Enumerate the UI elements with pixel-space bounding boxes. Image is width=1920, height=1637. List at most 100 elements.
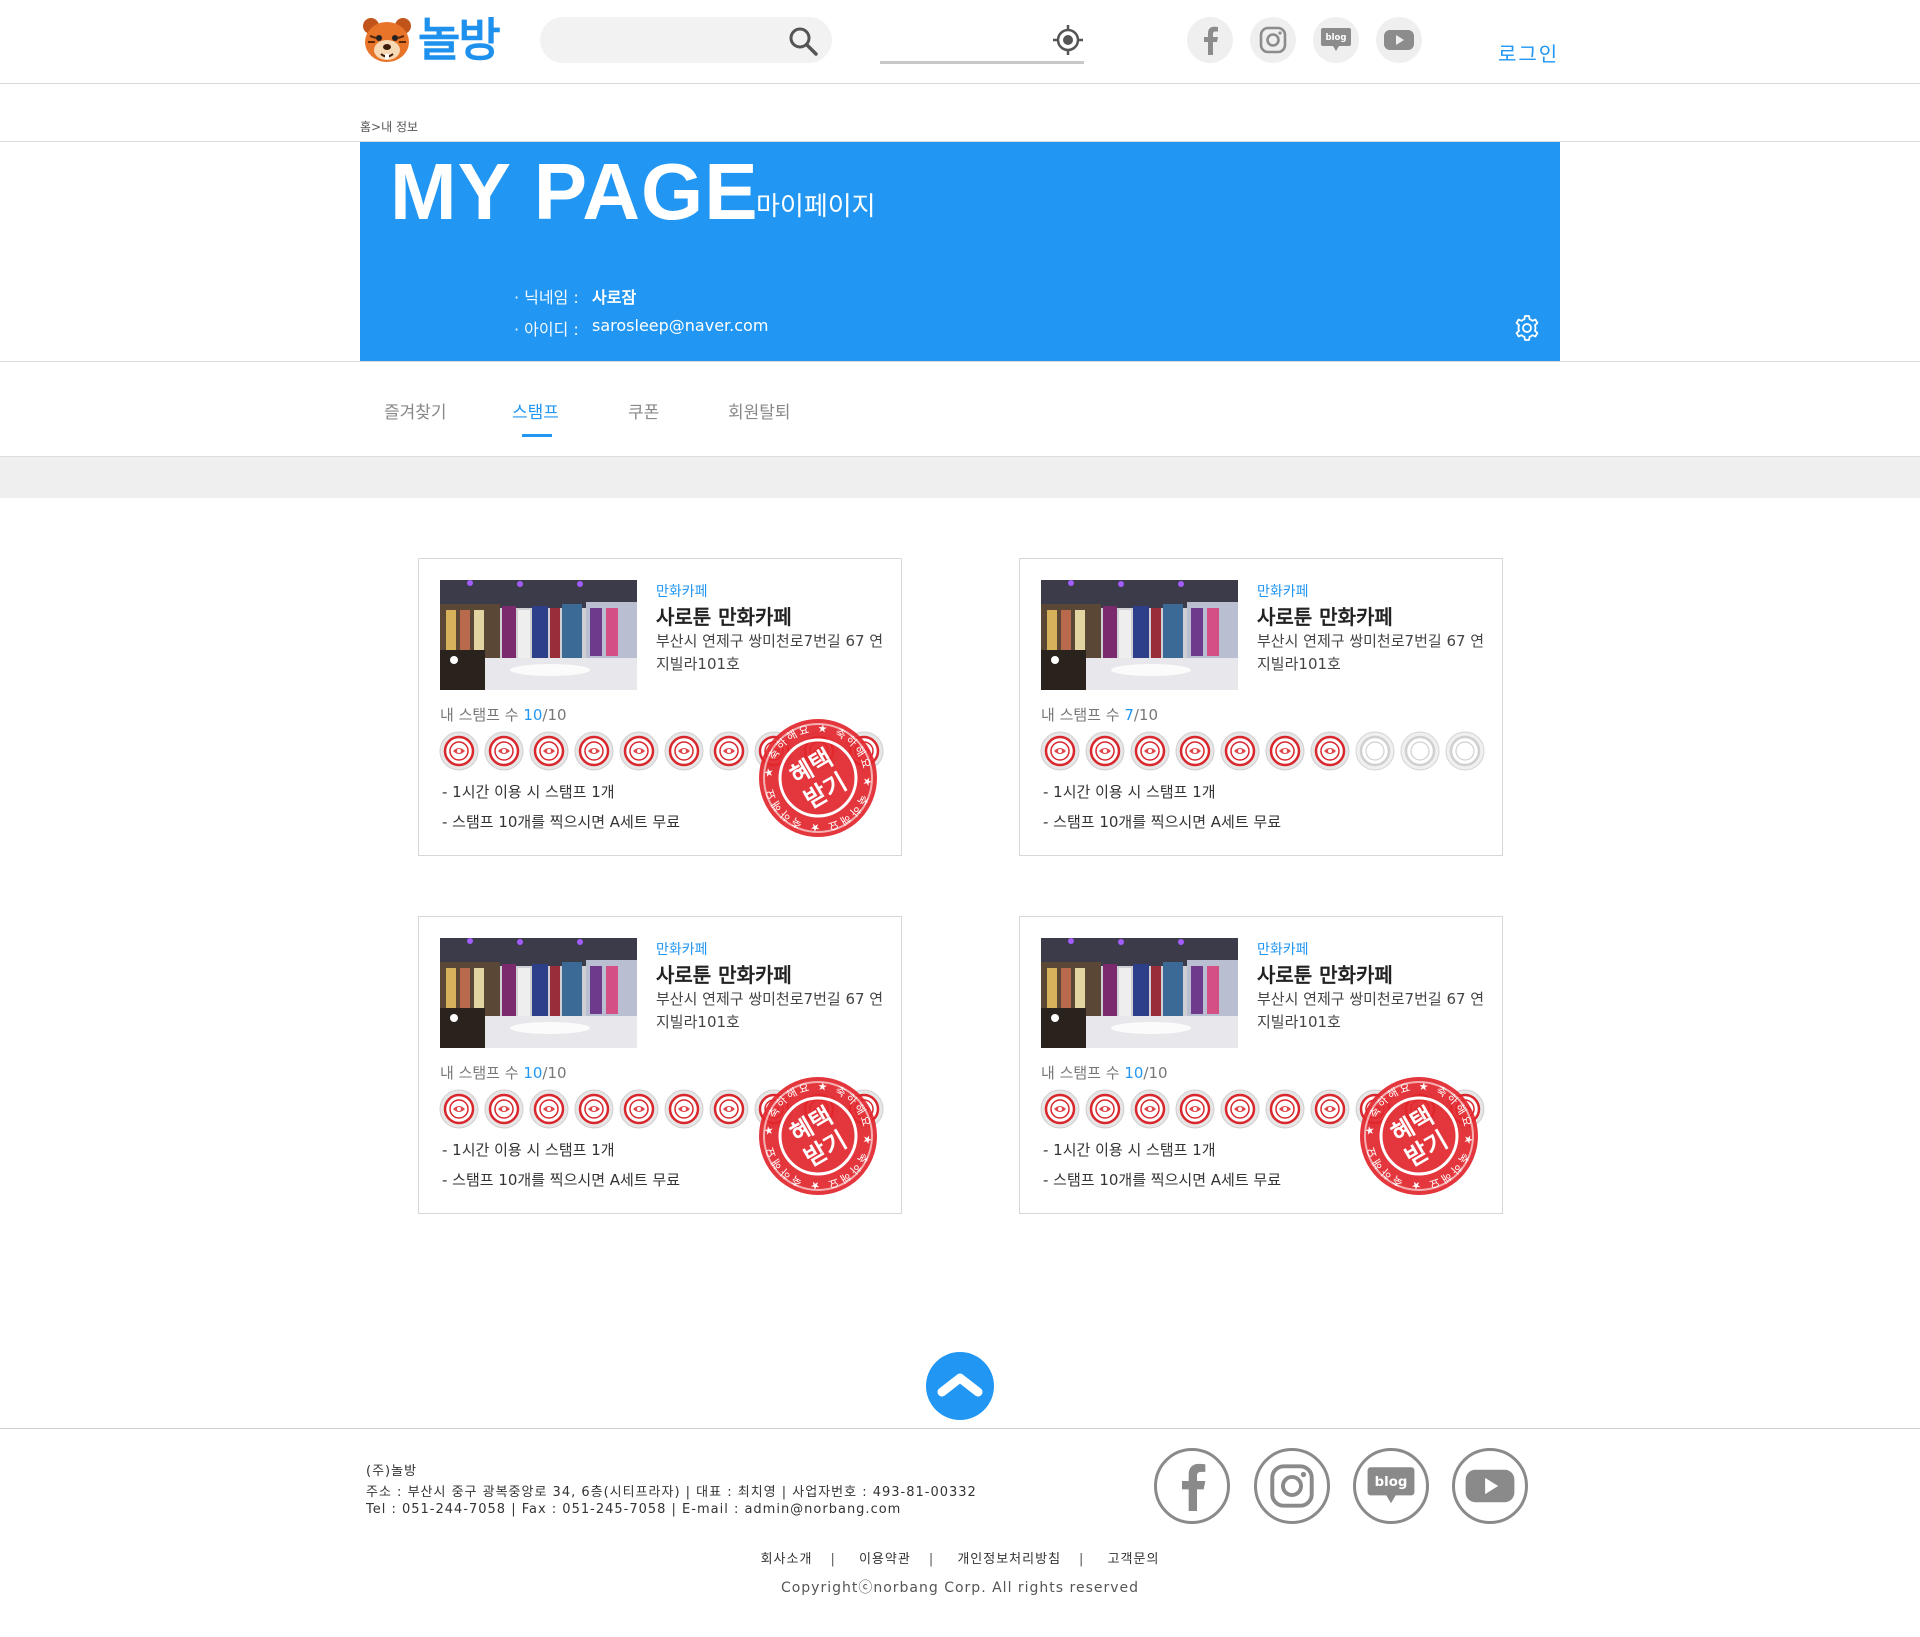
tiger-mascot-icon xyxy=(363,18,411,62)
chevron-up-icon xyxy=(937,1373,983,1397)
stamp-count: 내 스탬프 수 10/10 xyxy=(440,704,567,725)
cafe-thumbnail[interactable] xyxy=(1041,938,1238,1048)
cafe-thumbnail[interactable] xyxy=(440,938,637,1048)
header-facebook-button[interactable] xyxy=(1187,17,1233,63)
cafe-address: 부산시 연제구 쌍미천로7번길 67 연지빌라101호 xyxy=(1257,632,1485,673)
benefit-stamp-button[interactable]: ★ 축하해요 ★ 축하해요 ★ 축하해요 ★ 축하해요 혜택 받기 xyxy=(757,1075,879,1197)
login-link[interactable]: 로그인 xyxy=(1498,38,1559,67)
stamp-filled-icon xyxy=(709,1089,749,1129)
header-blog-button[interactable]: blog xyxy=(1313,17,1359,63)
svg-text:blog: blog xyxy=(1326,33,1347,43)
cafe-category: 만화카페 xyxy=(1257,584,1309,600)
cafe-thumbnail[interactable] xyxy=(1041,580,1238,690)
cafe-name[interactable]: 사로툰 만화카페 xyxy=(1257,959,1393,988)
footer-instagram-button[interactable] xyxy=(1254,1448,1330,1524)
stamp-filled-icon xyxy=(574,731,614,771)
footer-blog-button[interactable]: blog xyxy=(1353,1448,1429,1524)
stamp-slot xyxy=(619,1089,659,1129)
stamp-card: 만화카페 사로툰 만화카페 부산시 연제구 쌍미천로7번길 67 연지빌라101… xyxy=(418,916,902,1214)
stamp-count-label: 내 스탬프 수 xyxy=(440,1064,519,1082)
blog-icon: blog xyxy=(1367,1467,1415,1504)
stamp-count-label: 내 스탬프 수 xyxy=(1041,1064,1120,1082)
stamp-filled-icon xyxy=(1040,731,1080,771)
cafe-thumbnail[interactable] xyxy=(440,580,637,690)
stamp-rule: - 1시간 이용 시 스탬프 1개 xyxy=(442,783,615,801)
search-input[interactable] xyxy=(562,25,782,55)
search-bar xyxy=(540,17,832,63)
footer-youtube-button[interactable] xyxy=(1452,1448,1528,1524)
stamp-filled-icon xyxy=(439,731,479,771)
stamp-slot xyxy=(1040,731,1080,771)
tab-withdraw[interactable]: 회원탈퇴 xyxy=(728,398,791,423)
search-icon[interactable] xyxy=(788,26,818,56)
stamp-slot xyxy=(1040,1089,1080,1129)
settings-gear-icon[interactable] xyxy=(1514,315,1540,341)
stamp-slot xyxy=(574,1089,614,1129)
instagram-icon xyxy=(1270,1464,1314,1508)
stamp-filled-icon xyxy=(1265,731,1305,771)
tab-favorites[interactable]: 즐겨찾기 xyxy=(384,398,447,423)
svg-text:blog: blog xyxy=(1375,1475,1408,1490)
location-input[interactable] xyxy=(884,28,1044,56)
cafe-address: 부산시 연제구 쌍미천로7번길 67 연지빌라101호 xyxy=(656,990,884,1031)
cafe-name[interactable]: 사로툰 만화카페 xyxy=(656,959,792,988)
stamp-slot xyxy=(619,731,659,771)
stamp-slot xyxy=(1085,1089,1125,1129)
stamp-slot xyxy=(484,731,524,771)
facebook-icon xyxy=(1204,26,1218,55)
footer-link-terms[interactable]: 이용약관 xyxy=(859,1552,911,1567)
facebook-icon xyxy=(1182,1463,1206,1511)
stamp-filled-icon xyxy=(1220,731,1260,771)
stamp-slot xyxy=(1265,731,1305,771)
stamp-slot xyxy=(1130,1089,1170,1129)
current-location-icon[interactable] xyxy=(1052,24,1084,56)
footer-link-privacy[interactable]: 개인정보처리방침 xyxy=(957,1552,1061,1567)
location-bar xyxy=(880,18,1084,64)
header-instagram-button[interactable] xyxy=(1250,17,1296,63)
stamp-empty-icon xyxy=(1355,731,1395,771)
cafe-name[interactable]: 사로툰 만화카페 xyxy=(1257,601,1393,630)
page-subtitle: 마이페이지 xyxy=(756,192,876,222)
breadcrumb: 홈>내 정보 xyxy=(360,120,419,134)
benefit-stamp-button[interactable]: ★ 축하해요 ★ 축하해요 ★ 축하해요 ★ 축하해요 혜택 받기 xyxy=(1358,1075,1480,1197)
stamp-count-value: 10 xyxy=(1124,1064,1144,1082)
stamp-count-total: /10 xyxy=(542,1064,567,1082)
scroll-to-top-button[interactable] xyxy=(926,1352,994,1420)
user-id-label: · 아이디 : xyxy=(514,320,579,339)
site-logo[interactable]: 놀방 xyxy=(360,12,501,68)
stamp-slot xyxy=(439,1089,479,1129)
stamp-filled-icon xyxy=(529,1089,569,1129)
active-tab-indicator xyxy=(522,434,552,437)
stamp-slot xyxy=(709,731,749,771)
user-id-value: sarosleep@naver.com xyxy=(592,316,769,335)
stamp-slot xyxy=(1355,731,1395,771)
cafe-photo xyxy=(440,580,637,690)
stamp-filled-icon xyxy=(484,731,524,771)
stamp-filled-icon xyxy=(664,731,704,771)
cafe-photo xyxy=(440,938,637,1048)
stamp-filled-icon xyxy=(619,731,659,771)
footer-link-support[interactable]: 고객문의 xyxy=(1108,1552,1160,1567)
tab-coupon[interactable]: 쿠폰 xyxy=(628,398,659,423)
tab-stamp[interactable]: 스탬프 xyxy=(512,398,559,423)
stamp-filled-icon xyxy=(574,1089,614,1129)
footer-divider xyxy=(0,1428,1920,1429)
footer-facebook-button[interactable] xyxy=(1154,1448,1230,1524)
cafe-address: 부산시 연제구 쌍미천로7번길 67 연지빌라101호 xyxy=(656,632,884,673)
stamp-slot xyxy=(1085,731,1125,771)
stamp-slot xyxy=(664,1089,704,1129)
stamp-empty-icon xyxy=(1445,731,1485,771)
stamp-rule: - 1시간 이용 시 스탬프 1개 xyxy=(442,1141,615,1159)
cafe-name[interactable]: 사로툰 만화카페 xyxy=(656,601,792,630)
stamp-filled-icon xyxy=(1175,1089,1215,1129)
stamp-filled-icon xyxy=(1175,731,1215,771)
stamp-filled-icon xyxy=(1265,1089,1305,1129)
logo-text: 놀방 xyxy=(418,13,501,67)
stamp-count-label: 내 스탬프 수 xyxy=(1041,706,1120,724)
stamp-filled-icon xyxy=(664,1089,704,1129)
stamp-filled-icon xyxy=(484,1089,524,1129)
stamp-count: 내 스탬프 수 7/10 xyxy=(1041,704,1158,725)
benefit-stamp-button[interactable]: ★ 축하해요 ★ 축하해요 ★ 축하해요 ★ 축하해요 혜택 받기 xyxy=(757,717,879,839)
footer-link-company[interactable]: 회사소개 xyxy=(761,1552,813,1567)
header-youtube-button[interactable] xyxy=(1376,17,1422,63)
